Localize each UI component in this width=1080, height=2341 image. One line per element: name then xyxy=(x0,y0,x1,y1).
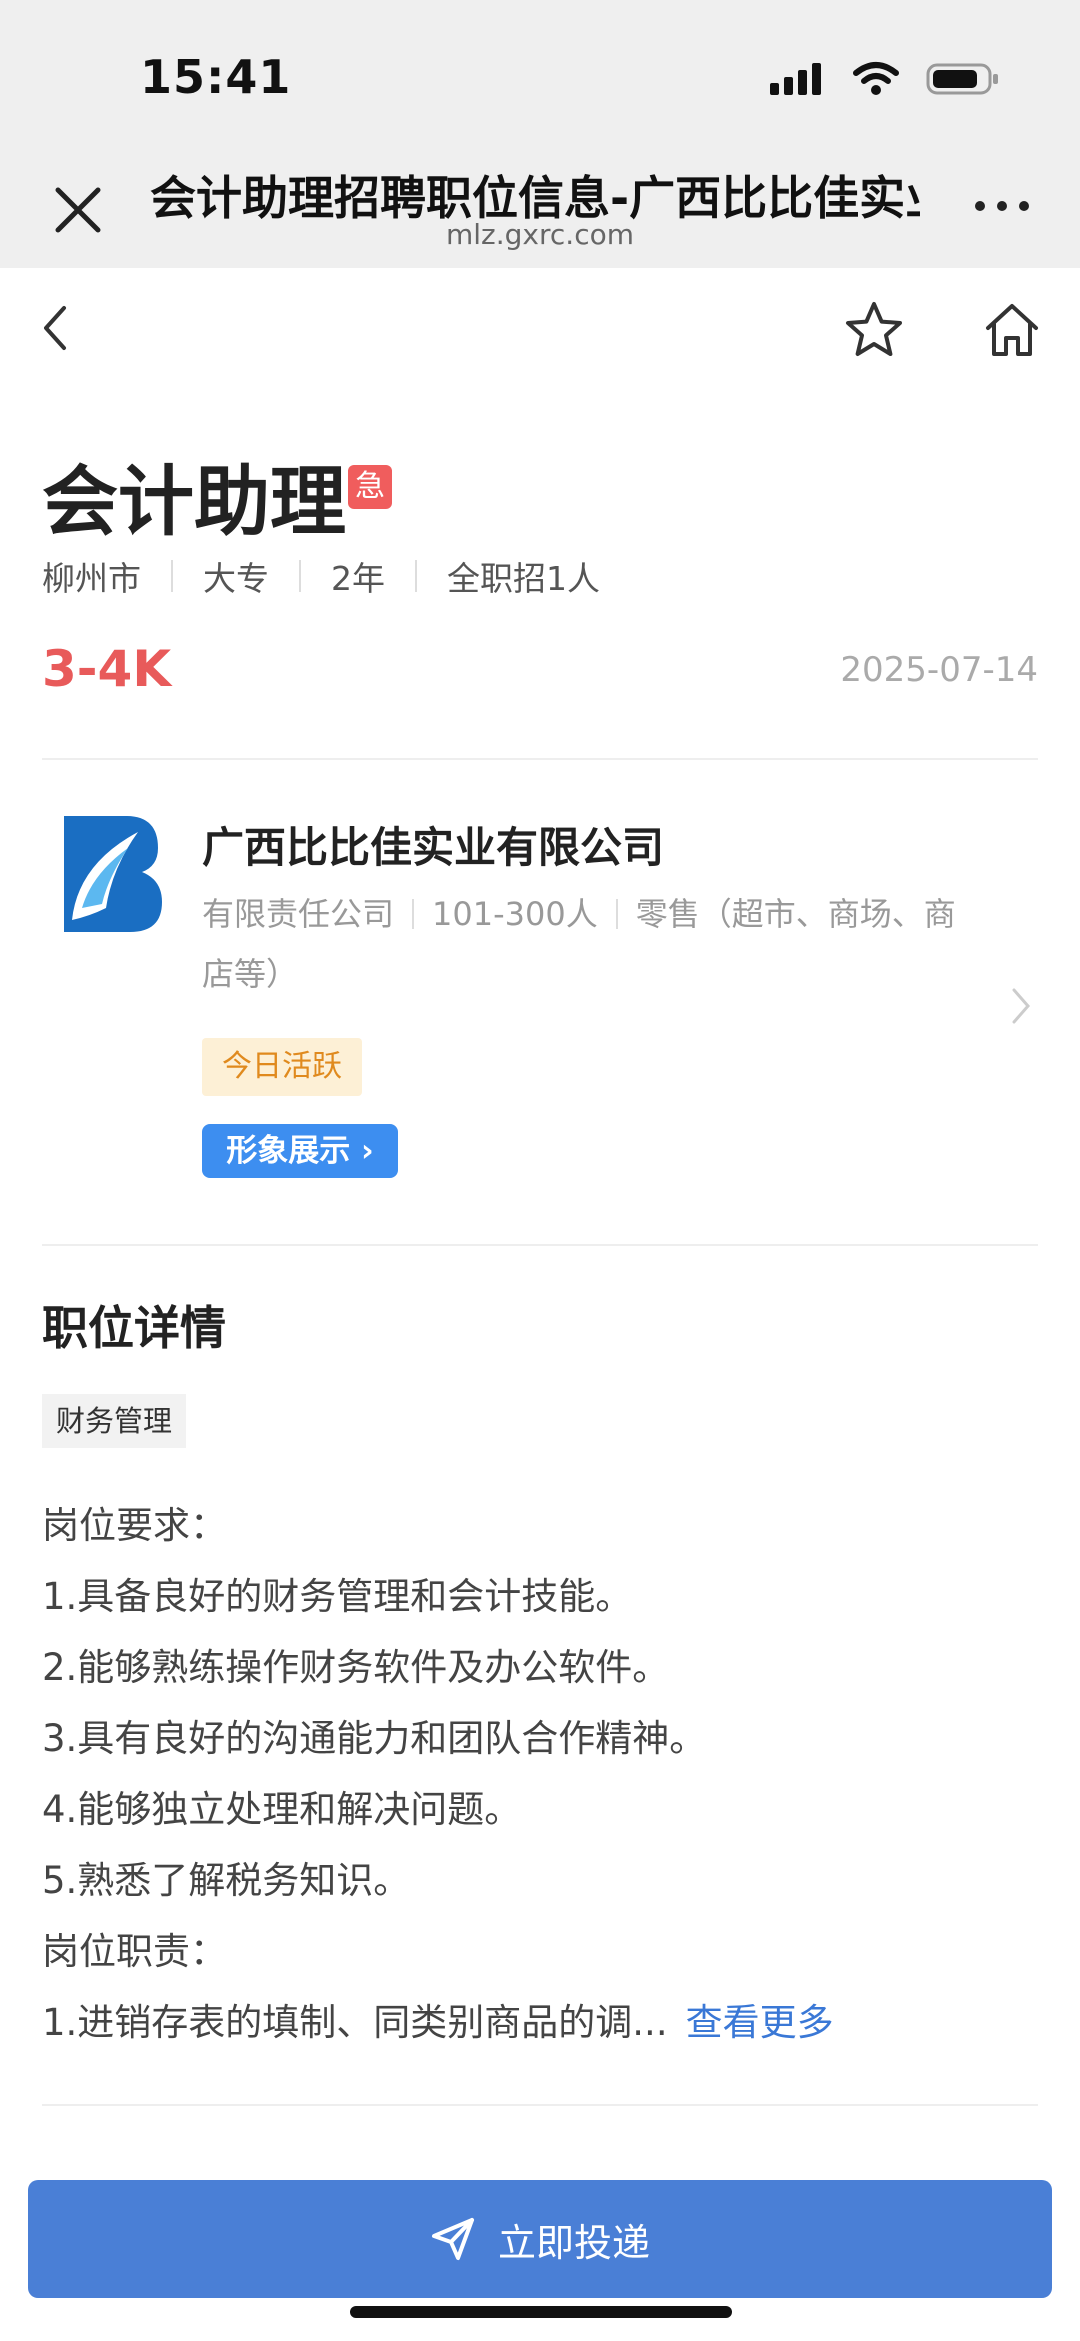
chevron-right-icon: › xyxy=(361,1133,374,1169)
description-line: 1.具备良好的财务管理和会计技能。 xyxy=(42,1575,633,1618)
meta-divider xyxy=(412,899,415,929)
signal-icon xyxy=(770,63,821,95)
job-experience: 2年 xyxy=(331,559,385,598)
description-line: 岗位职责： xyxy=(42,1930,227,1973)
divider xyxy=(42,2104,1038,2106)
company-logo xyxy=(64,816,162,932)
job-location: 柳州市 xyxy=(42,559,141,598)
back-icon[interactable] xyxy=(36,298,76,358)
company-meta: 有限责任公司 101-300人 零售（超市、商场、商店等） xyxy=(202,884,982,1004)
meta-divider xyxy=(299,560,301,592)
divider xyxy=(42,758,1038,760)
urgent-badge: 急 xyxy=(348,465,392,509)
chevron-right-icon[interactable] xyxy=(1006,984,1036,1028)
company-size: 101-300人 xyxy=(432,895,598,933)
description-line: 5.熟悉了解税务知识。 xyxy=(42,1859,411,1902)
page-domain: mlz.gxrc.com xyxy=(446,218,634,251)
apply-label: 立即投递 xyxy=(497,2220,650,2265)
section-title: 职位详情 xyxy=(42,1301,226,1355)
job-description: 岗位要求： 1.具备良好的财务管理和会计技能。 2.能够熟练操作财务软件及办公软… xyxy=(42,1490,1038,2058)
send-icon xyxy=(431,2218,474,2260)
battery-icon xyxy=(926,63,998,95)
category-tag: 财务管理 xyxy=(42,1394,187,1448)
meta-divider xyxy=(615,899,618,929)
job-education: 大专 xyxy=(203,559,269,598)
meta-divider xyxy=(415,560,417,592)
status-icons xyxy=(770,56,1000,102)
see-more-link[interactable]: 查看更多 xyxy=(686,2001,834,2044)
star-icon[interactable] xyxy=(842,298,906,362)
company-type: 有限责任公司 xyxy=(202,895,395,933)
active-today-tag: 今日活跃 xyxy=(202,1038,362,1096)
post-date: 2025-07-14 xyxy=(840,650,1038,690)
meta-divider xyxy=(171,560,173,592)
description-line: 1.进销存表的填制、同类别商品的调... 查看更多 xyxy=(42,1987,1038,2058)
job-type-headcount: 全职招1人 xyxy=(447,559,600,598)
home-icon[interactable] xyxy=(980,298,1044,362)
divider xyxy=(42,1244,1038,1246)
wifi-icon xyxy=(853,62,899,95)
home-indicator xyxy=(350,2306,732,2318)
showcase-button[interactable]: 形象展示 › xyxy=(202,1124,398,1178)
description-line: 2.能够熟练操作财务软件及办公软件。 xyxy=(42,1646,670,1689)
more-icon[interactable] xyxy=(972,196,1032,216)
description-line: 岗位要求： xyxy=(42,1504,227,1547)
showcase-label: 形象展示 xyxy=(226,1133,351,1169)
description-line: 3.具有良好的沟通能力和团队合作精神。 xyxy=(42,1717,707,1760)
job-title: 会计助理 xyxy=(42,457,346,546)
apply-button[interactable]: 立即投递 xyxy=(28,2180,1052,2298)
salary: 3-4K xyxy=(42,640,172,698)
truncated-line: 1.进销存表的填制、同类别商品的调... xyxy=(42,2001,668,2044)
status-time: 15:41 xyxy=(140,50,292,104)
company-name: 广西比比佳实业有限公司 xyxy=(202,823,665,872)
job-meta: 柳州市 大专 2年 全职招1人 xyxy=(42,552,600,600)
description-line: 4.能够独立处理和解决问题。 xyxy=(42,1788,522,1831)
